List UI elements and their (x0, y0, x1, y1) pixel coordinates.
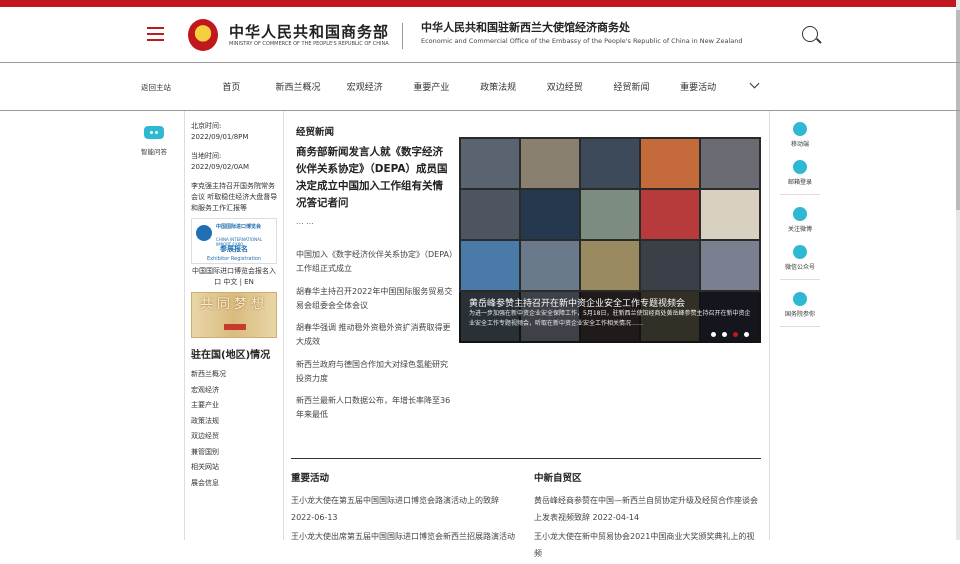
key-events-title: 重要活动 (291, 473, 330, 484)
slider-description: 为进一步加强在新中资企业安全保障工作，5月18日，驻新西兰使馆经商处黄岳峰参赞主… (469, 310, 751, 327)
state-council-label: 国务院参你 (784, 311, 815, 318)
chatbot-icon[interactable] (144, 126, 164, 139)
wechat-label: 微信公众号 (784, 264, 815, 271)
left-sidebar: 北京时间: 2022/09/01/8PM 当地时间: 2022/09/02/0A… (191, 121, 281, 491)
state-council-icon[interactable] (793, 292, 807, 306)
smart-qa-label: 智能问答 (141, 148, 167, 156)
news-slider[interactable]: 黄岳峰参赞主持召开在新中资企业安全工作专题视频会 为进一步加强在新中资企业安全保… (459, 137, 761, 343)
banner-text: 共同梦想 (199, 297, 268, 312)
back-to-main-site-link[interactable]: 返回主站 (141, 82, 171, 93)
nav-item-policies[interactable]: 政策法规 (465, 80, 532, 93)
country-info-title: 驻在国(地区)情况 (191, 350, 271, 361)
slider-title[interactable]: 黄岳峰参赞主持召开在新中资企业安全工作专题视频会 (469, 296, 685, 309)
section-divider (291, 458, 761, 459)
beijing-time-value: 2022/09/01/8PM (191, 133, 249, 141)
column-divider (769, 111, 770, 540)
news-item[interactable]: 新西兰政府与德国合作加大对绿色氢能研究投资力度 (296, 358, 454, 386)
nav-item-overview[interactable]: 新西兰概况 (265, 80, 332, 93)
mobile-link[interactable]: 移动端 (780, 122, 820, 148)
sidebar-link-overview[interactable]: 新西兰概况 (191, 367, 281, 383)
news-list: 中国加入《数字经济伙伴关系协定》（DEPA）工作组正式成立 胡春华主持召开202… (296, 248, 454, 431)
sidebar-link-macro[interactable]: 宏观经济 (191, 383, 281, 399)
local-time-value: 2022/09/02/0AM (191, 163, 249, 171)
site-header: 中华人民共和国商务部 MINISTRY OF COMMERCE OF THE P… (0, 7, 960, 63)
column-divider (184, 111, 185, 540)
key-events-list: 王小龙大使在第五届中国国际进口博览会路演活动上的致辞 2022-06-13 王小… (291, 492, 519, 547)
national-emblem-logo (188, 19, 218, 51)
nav-item-bilateral[interactable]: 双边经贸 (531, 80, 598, 93)
slider-dot[interactable] (722, 332, 727, 337)
weibo-link[interactable]: 关注微博 (780, 207, 820, 233)
news-item[interactable]: 新西兰最新人口数据公布，年增长率降至36年来最低 (296, 394, 454, 422)
mobile-label: 移动端 (790, 141, 809, 148)
expo-caption-link[interactable]: 中国国际进口博览会报名入口 中文 | EN (191, 266, 277, 288)
slider-dot-active[interactable] (733, 332, 738, 337)
mail-icon[interactable] (793, 160, 807, 174)
slider-dot[interactable] (711, 332, 716, 337)
expo-register-en: Exhibitor Registration (206, 256, 262, 262)
chevron-down-icon[interactable] (749, 78, 760, 89)
expo-registration-banner[interactable]: 中国国际进口博览会 CHINA INTERNATIONAL IMPORT EXP… (191, 218, 277, 264)
expo-name-cn: 中国国际进口博览会 (216, 224, 262, 230)
state-council-link[interactable]: 国务院参你 (780, 292, 820, 327)
news-item[interactable]: 中国加入《数字经济伙伴关系协定》（DEPA）工作组正式成立 (296, 248, 454, 276)
sidebar-link-related[interactable]: 相关网站 (191, 460, 281, 476)
main-nav: 返回主站 首页 新西兰概况 宏观经济 重要产业 政策法规 双边经贸 经贸新闻 重… (0, 63, 960, 111)
weibo-label: 关注微博 (787, 226, 812, 233)
ministry-name-cn: 中华人民共和国商务部 (229, 23, 390, 41)
right-rail: 移动端 邮箱登录 关注微博 微信公众号 国务院参你 (780, 122, 820, 339)
fta-list: 黄岳峰经商参赞在中国—新西兰自贸协定升级及经贸合作座谈会上发表视频致辞 2022… (534, 492, 762, 564)
nav-item-events[interactable]: 重要活动 (665, 80, 732, 93)
news-item[interactable]: 胡春华主持召开2022年中国国际服务贸易交易会组委会全体会议 (296, 285, 454, 313)
sidebar-link-exhibitions[interactable]: 展会信息 (191, 476, 281, 492)
smart-qa[interactable]: 智能问答 (137, 126, 171, 156)
beijing-time-label: 北京时间: (191, 122, 222, 130)
mail-label: 邮箱登录 (787, 179, 812, 186)
event-item[interactable]: 王小龙大使在第五届中国国际进口博览会路演活动上的致辞 2022-06-13 (291, 492, 519, 526)
mail-login-link[interactable]: 邮箱登录 (780, 160, 820, 195)
office-name-en: Economic and Commercial Office of the Em… (421, 37, 743, 45)
column-divider (283, 111, 284, 540)
expo-logo-icon (196, 225, 212, 241)
sidebar-link-bilateral[interactable]: 双边经贸 (191, 429, 281, 445)
fta-item[interactable]: 黄岳峰经商参赞在中国—新西兰自贸协定升级及经贸合作座谈会上发表视频致辞 2022… (534, 492, 762, 526)
sidebar-link-industries[interactable]: 主要产业 (191, 398, 281, 414)
fta-item[interactable]: 王小龙大使在新中贸易协会2021中国商业大奖颁奖典礼上的视频 (534, 528, 762, 562)
fta-title: 中新自贸区 (534, 473, 582, 484)
weibo-icon[interactable] (793, 207, 807, 221)
wechat-icon[interactable] (793, 245, 807, 259)
sidebar-link-concurrent[interactable]: 兼管国别 (191, 445, 281, 461)
wechat-link[interactable]: 微信公众号 (780, 245, 820, 280)
local-time-label: 当地时间: (191, 152, 222, 160)
nav-item-news[interactable]: 经贸新闻 (598, 80, 665, 93)
header-divider (402, 23, 403, 49)
nav-item-macro[interactable]: 宏观经济 (331, 80, 398, 93)
shared-dream-banner[interactable]: 共同梦想 (191, 292, 277, 338)
nav-item-home[interactable]: 首页 (198, 80, 265, 93)
office-name-cn: 中华人民共和国驻新西兰大使馆经济商务处 (421, 21, 630, 34)
more-link[interactable]: ... ... (296, 217, 314, 226)
news-item[interactable]: 胡春华强调 推动稳外资稳外资扩消费取得更大成效 (296, 321, 454, 349)
mobile-icon[interactable] (793, 122, 807, 136)
menu-icon[interactable] (147, 27, 164, 41)
ministry-name-en: MINISTRY OF COMMERCE OF THE PEOPLE'S REP… (229, 41, 389, 47)
headline-link[interactable]: 商务部新闻发言人就《数字经济伙伴关系协定》（DEPA）成员国决定成立中国加入工作… (296, 144, 452, 212)
sidebar-link-policies[interactable]: 政策法规 (191, 414, 281, 430)
notice-link[interactable]: 李克强主持召开国务院常务会议 听取稳住经济大盘督导和服务工作汇报等 (191, 181, 281, 214)
slider-pagination[interactable] (711, 332, 755, 337)
banner-seal (224, 324, 246, 330)
slider-dot[interactable] (744, 332, 749, 337)
trade-news-title: 经贸新闻 (296, 127, 335, 138)
nav-item-industries[interactable]: 重要产业 (398, 80, 465, 93)
search-icon[interactable] (802, 26, 818, 42)
expo-register-cn: 参展报名 (220, 245, 248, 253)
event-item[interactable]: 王小龙大使出席第五届中国国际进口博览会新西兰招展路演活动 (291, 528, 519, 545)
top-red-bar (0, 0, 960, 7)
